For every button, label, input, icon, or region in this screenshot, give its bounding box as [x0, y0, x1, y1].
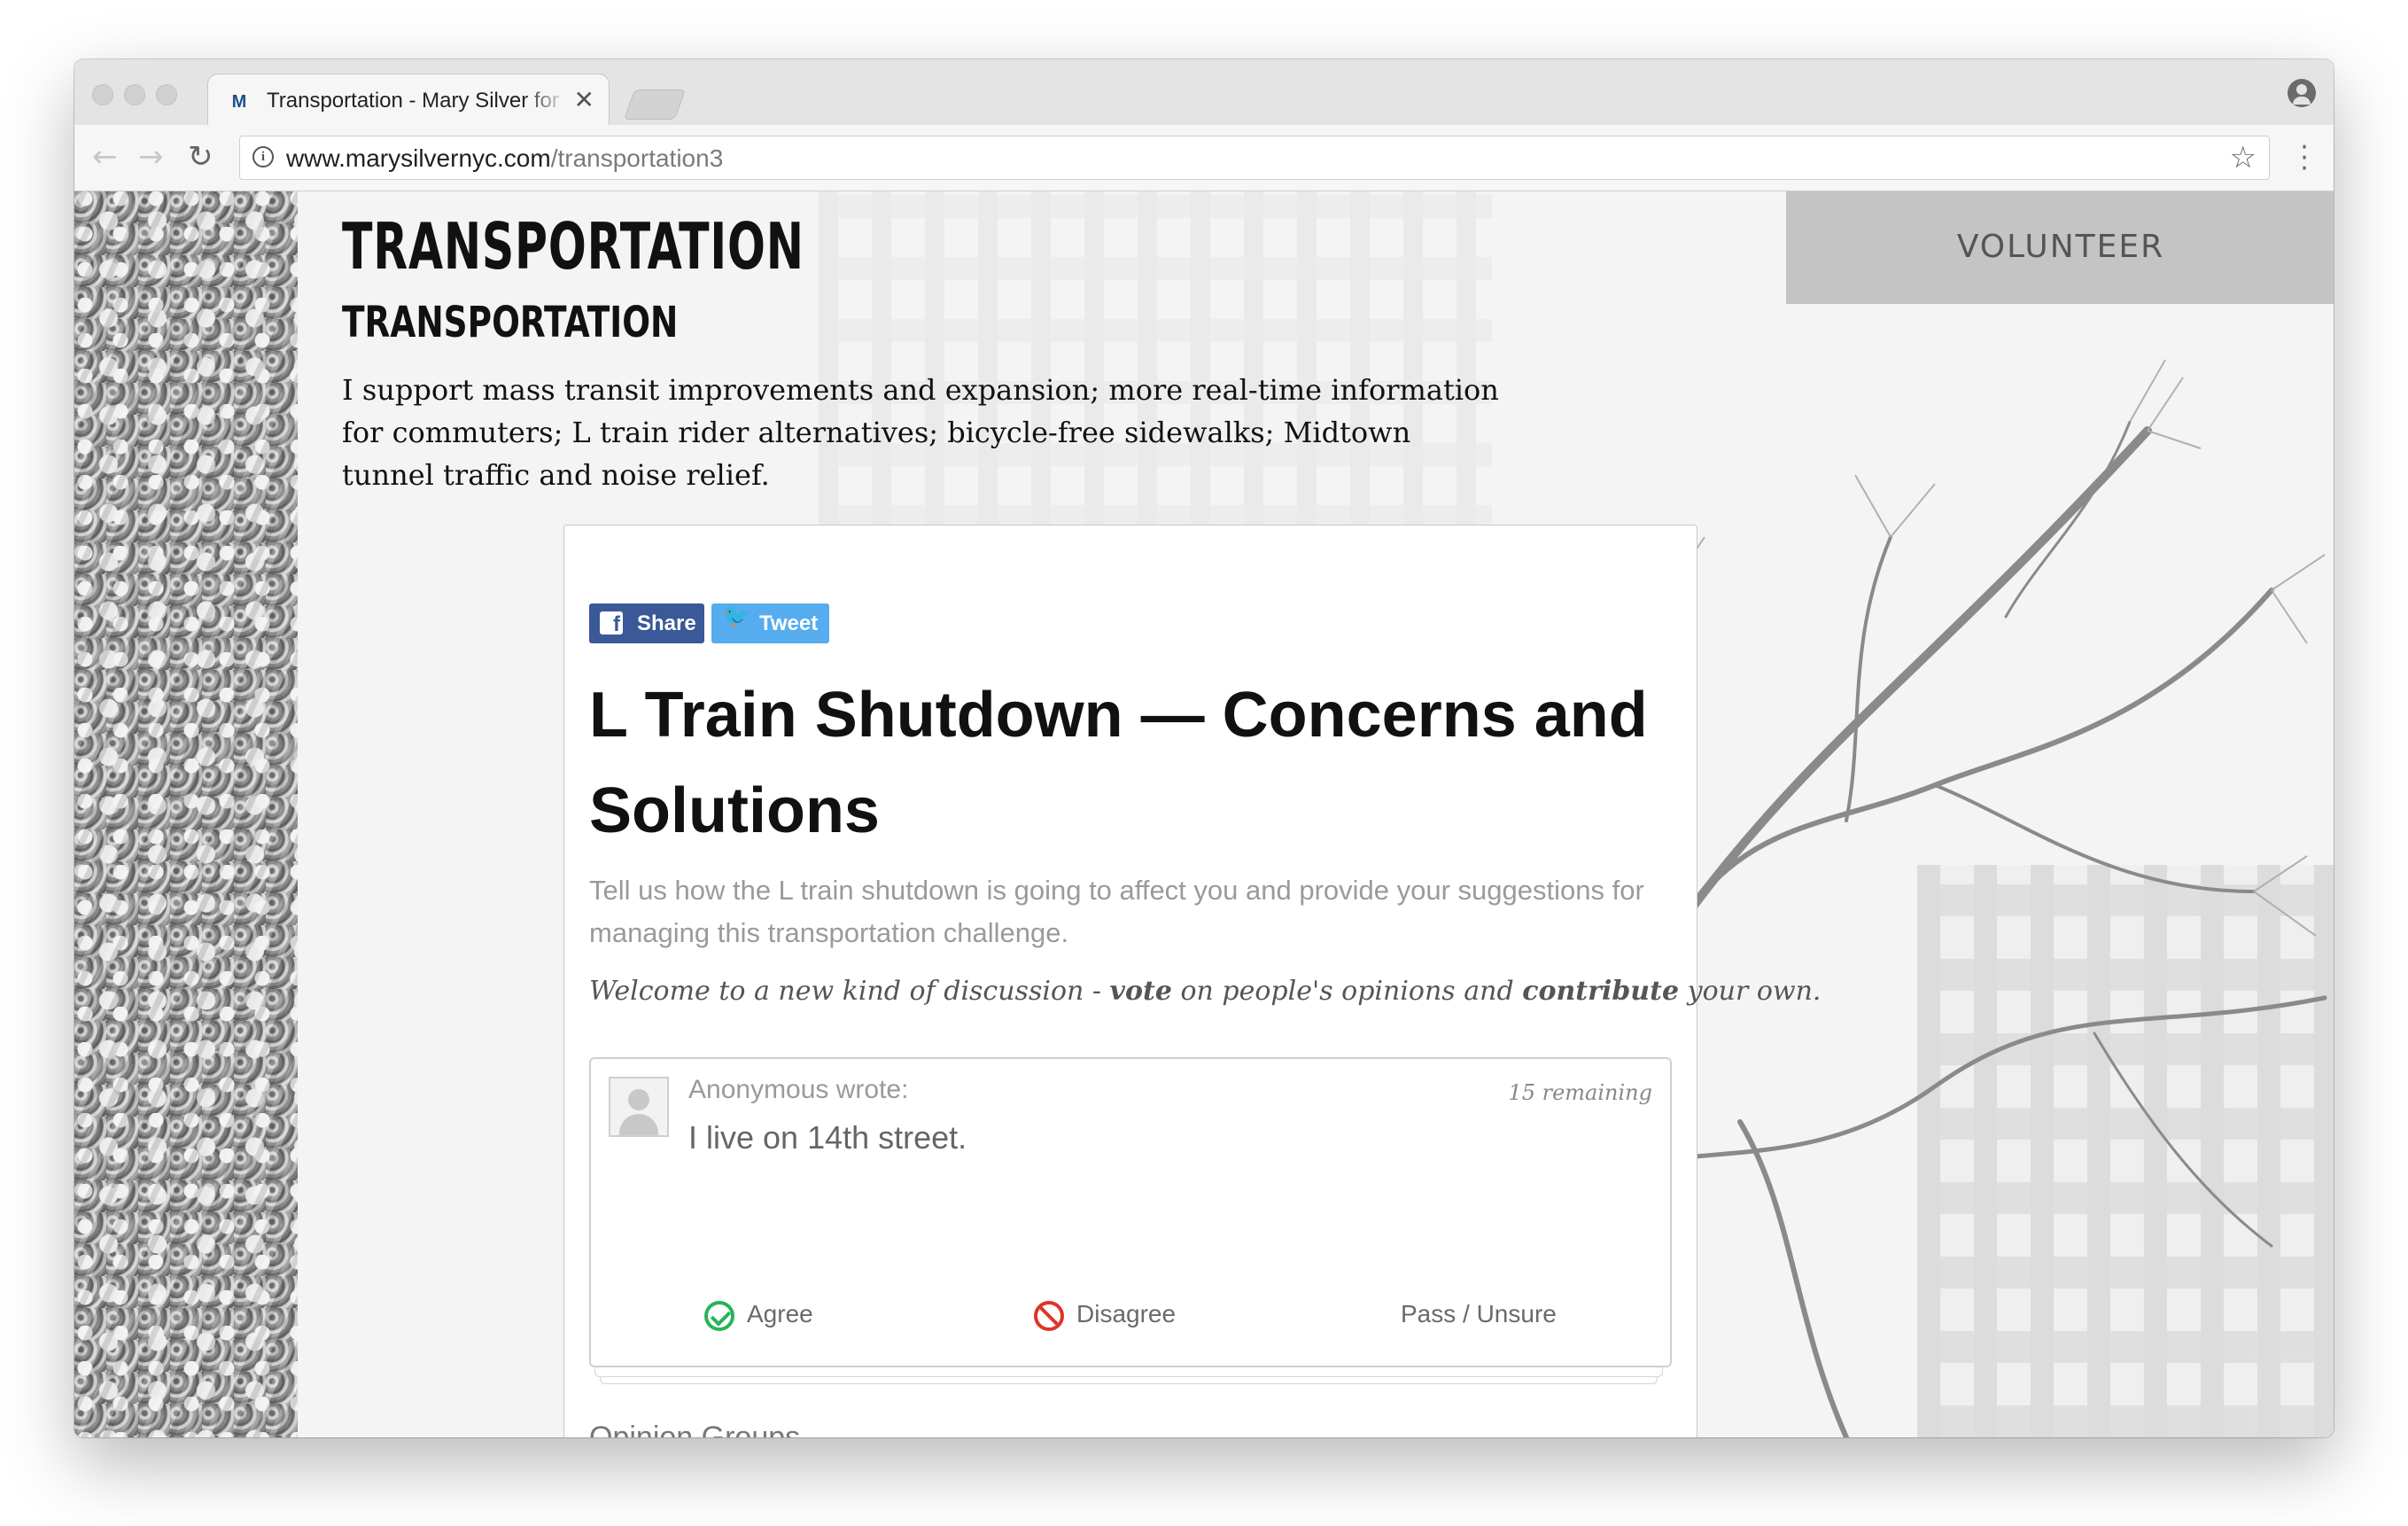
web-page: TRANSPORTATION TRANSPORTATION I support … — [74, 191, 2334, 1437]
facebook-share-button[interactable]: f Share — [589, 603, 704, 643]
avatar — [609, 1077, 669, 1137]
comment-text: I live on 14th street. — [688, 1119, 967, 1156]
section-title: TRANSPORTATION — [342, 298, 679, 347]
tab-strip: M Transportation - Mary Silver for ✕ — [74, 59, 2334, 127]
disagree-button[interactable]: Disagree — [1034, 1296, 1176, 1332]
profile-icon[interactable] — [2288, 79, 2316, 107]
welcome-text-1: Welcome to a new kind of discussion - — [589, 976, 1110, 1007]
discussion-title: L Train Shutdown — Concerns and Solution… — [589, 680, 1648, 846]
bookmark-star-icon[interactable]: ☆ — [2230, 140, 2257, 175]
welcome-vote: vote — [1109, 976, 1172, 1007]
site-info-icon[interactable]: i — [252, 146, 274, 167]
twitter-tweet-button[interactable]: 🐦 Tweet — [711, 603, 829, 643]
close-window-button[interactable] — [92, 84, 113, 105]
tab-title: Transportation - Mary Silver for — [267, 89, 559, 113]
agree-label: Agree — [747, 1300, 813, 1327]
welcome-contribute: contribute — [1522, 976, 1680, 1007]
browser-window: M Transportation - Mary Silver for ✕ ← →… — [74, 59, 2334, 1437]
forward-arrow-icon[interactable]: → — [138, 141, 164, 173]
agree-button[interactable]: Agree — [704, 1296, 813, 1332]
intro-paragraph: I support mass transit improvements and … — [342, 373, 1499, 492]
site-favicon-icon: M — [231, 92, 247, 112]
volunteer-button[interactable]: VOLUNTEER — [1786, 191, 2334, 304]
share-label: Share — [637, 611, 696, 635]
url-text: www.marysilvernyc.com/transportation3 — [286, 144, 723, 173]
url-domain: www.marysilvernyc.com — [286, 144, 551, 172]
welcome-text-2: on people's opinions and — [1171, 976, 1523, 1007]
tweet-label: Tweet — [759, 611, 819, 635]
welcome-message: Welcome to a new kind of discussion - vo… — [589, 976, 1821, 1007]
new-tab-button[interactable] — [623, 90, 687, 120]
twitter-bird-icon: 🐦 — [722, 603, 751, 630]
close-tab-icon[interactable]: ✕ — [574, 87, 594, 113]
discussion-card: f Share 🐦 Tweet L Train Shutdown — Conce… — [563, 525, 1821, 1437]
welcome-text-3: your own. — [1679, 976, 1822, 1007]
check-circle-icon — [704, 1300, 734, 1331]
browser-toolbar: ← → ↻ i www.marysilvernyc.com/transporta… — [74, 125, 2334, 191]
browser-menu-icon[interactable]: · · · — [2300, 135, 2309, 183]
disagree-label: Disagree — [1076, 1300, 1177, 1327]
discussion-description: Tell us how the L train shutdown is goin… — [589, 875, 1644, 948]
pass-unsure-button[interactable]: Pass / Unsure — [1401, 1296, 1557, 1332]
remaining-count: 15 remaining — [1508, 1080, 1652, 1105]
address-bar[interactable]: i www.marysilvernyc.com/transportation3 … — [239, 136, 2270, 180]
pass-label: Pass / Unsure — [1401, 1300, 1557, 1327]
opinion-groups-heading: Opinion Groups — [589, 1421, 801, 1437]
page-title: TRANSPORTATION — [342, 209, 804, 284]
facebook-icon: f — [600, 611, 623, 636]
tab-transportation[interactable]: M Transportation - Mary Silver for ✕ — [207, 74, 610, 127]
comment-author: Anonymous wrote: — [688, 1075, 909, 1104]
main-content: TRANSPORTATION TRANSPORTATION I support … — [298, 191, 2334, 1437]
minimize-window-button[interactable] — [124, 84, 145, 105]
zoom-window-button[interactable] — [156, 84, 177, 105]
url-path: /transportation3 — [550, 144, 724, 172]
comment-card: Anonymous wrote: 15 remaining I live on … — [589, 1057, 1672, 1367]
reload-icon[interactable]: ↻ — [188, 141, 214, 173]
prohibited-icon — [1034, 1300, 1064, 1331]
back-arrow-icon[interactable]: ← — [92, 141, 118, 173]
foliage-background-image — [74, 191, 298, 1437]
